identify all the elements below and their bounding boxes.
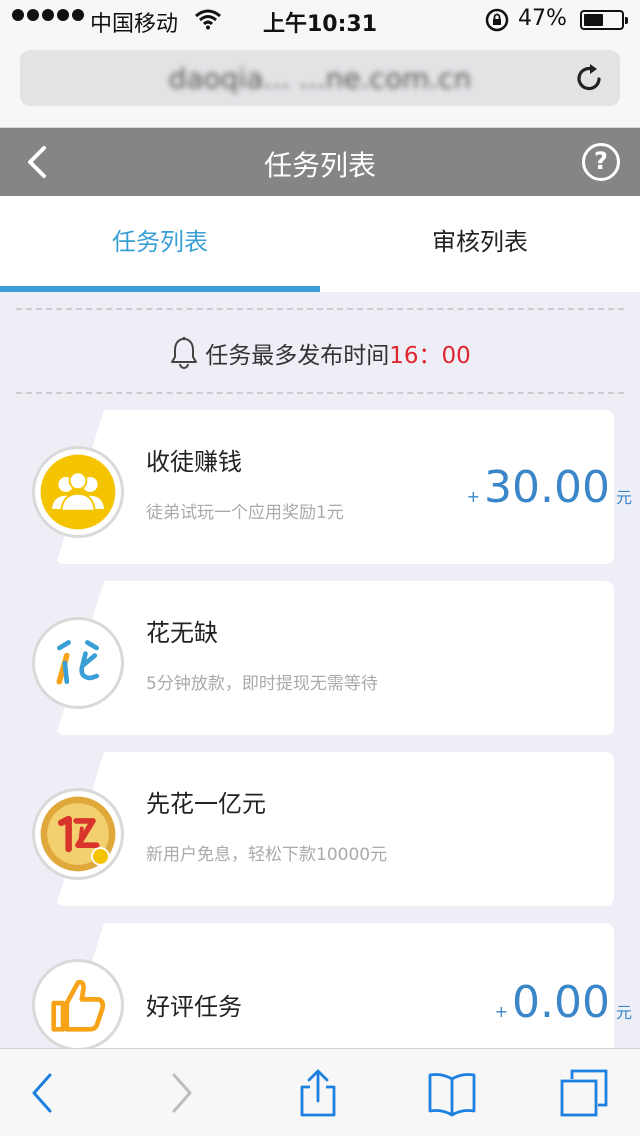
- battery-percent: 47%: [518, 6, 567, 31]
- notice-text: 任务最多发布时间: [205, 343, 390, 369]
- tab-task-list[interactable]: 任务列表: [0, 196, 320, 292]
- reward-amount: 0.00: [512, 977, 610, 1028]
- notice-time: 16：00: [389, 343, 471, 369]
- task-reward: + 30.00 元: [467, 464, 632, 512]
- task-title: 好评任务: [146, 993, 242, 1021]
- rotation-lock-icon: [485, 8, 509, 32]
- task-title: 先花一亿元: [146, 790, 266, 818]
- yi-logo-icon: [32, 788, 124, 880]
- tab-review-list[interactable]: 审核列表: [320, 196, 640, 292]
- task-title: 花无缺: [146, 619, 218, 647]
- task-title: 收徒赚钱: [146, 448, 242, 476]
- browser-forward-icon[interactable]: [156, 1067, 208, 1119]
- page-title: 任务列表: [263, 149, 376, 182]
- task-description: 徒弟试玩一个应用奖励1元: [146, 503, 344, 523]
- reload-icon[interactable]: [574, 62, 606, 94]
- task-card-huawuque[interactable]: 花无缺 5分钟放款，即时提现无需等待: [0, 581, 640, 735]
- task-description: 5分钟放款，即时提现无需等待: [146, 674, 378, 694]
- active-tab-indicator: [0, 286, 320, 292]
- task-description: 新用户免息，轻松下款10000元: [146, 845, 388, 865]
- task-card-recruit[interactable]: 收徒赚钱 徒弟试玩一个应用奖励1元 + 30.00 元: [0, 410, 640, 564]
- tab-bar: 任务列表 审核列表: [0, 196, 640, 292]
- reward-plus: +: [466, 487, 481, 506]
- thumbs-up-icon: [32, 959, 124, 1051]
- tabs-icon[interactable]: [558, 1067, 610, 1119]
- battery-icon: [580, 10, 628, 30]
- task-card-xianhua[interactable]: 先花一亿元 新用户免息，轻松下款10000元: [0, 752, 640, 906]
- reward-plus: +: [494, 1002, 509, 1021]
- reward-unit: 元: [615, 1003, 632, 1022]
- bell-icon: [171, 336, 198, 369]
- url-text: daoqia... ...ne.com.cn: [168, 62, 472, 95]
- bookmarks-icon[interactable]: [426, 1067, 478, 1119]
- hua-logo-icon: [32, 617, 124, 709]
- task-reward: + 0.00 元: [495, 979, 632, 1027]
- browser-back-icon[interactable]: [16, 1067, 68, 1119]
- browser-toolbar: [0, 1048, 640, 1136]
- share-icon[interactable]: [292, 1067, 344, 1119]
- reward-amount: 30.00: [484, 462, 610, 513]
- help-icon[interactable]: ?: [582, 143, 620, 181]
- status-bar: 中国移动 上午10:31 47%: [0, 0, 640, 40]
- browser-address-area: daoqia... ...ne.com.cn: [0, 40, 640, 128]
- team-icon: [32, 446, 124, 538]
- publish-time-notice: 任务最多发布时间 16：00: [16, 308, 624, 394]
- reward-unit: 元: [615, 488, 632, 507]
- nav-header: 任务列表 ?: [0, 128, 640, 196]
- url-field[interactable]: daoqia... ...ne.com.cn: [20, 50, 620, 106]
